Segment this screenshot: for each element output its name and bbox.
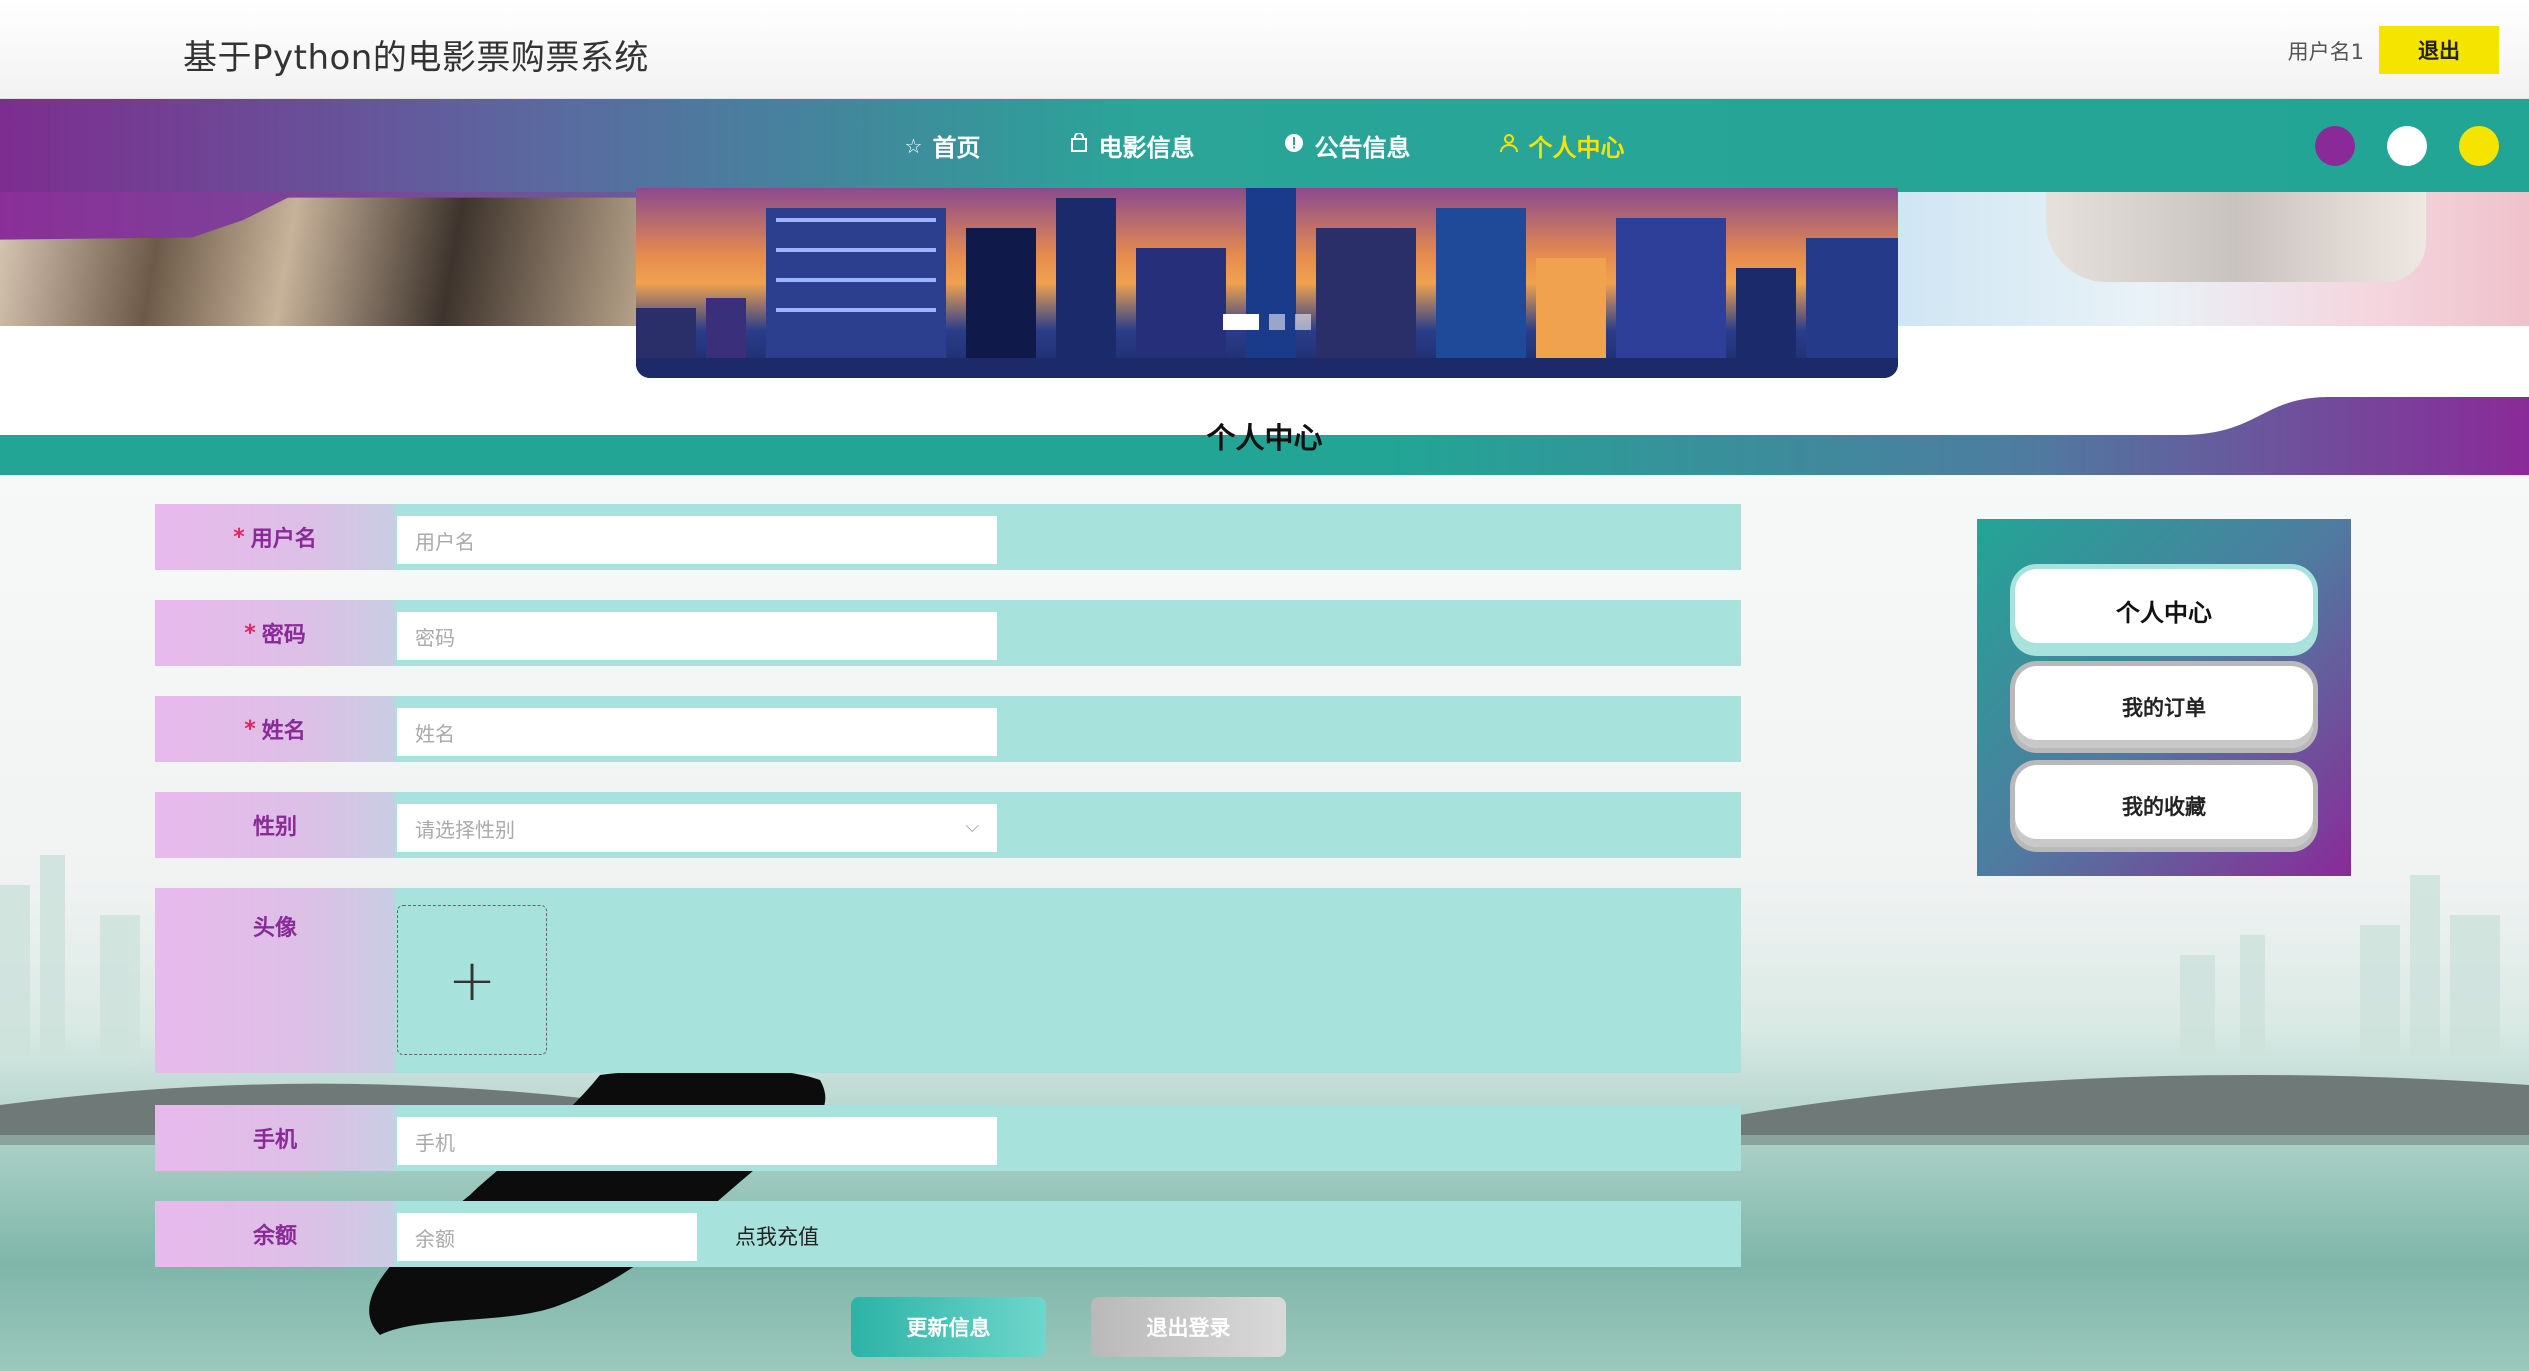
- name-label: * 姓名: [155, 696, 395, 762]
- banner-carousel: [0, 188, 2529, 378]
- bag-icon: [1070, 132, 1088, 158]
- password-input[interactable]: 密码: [397, 612, 997, 660]
- recharge-link[interactable]: 点我充值: [735, 1221, 819, 1251]
- form-row-avatar: 头像 +: [155, 888, 1741, 1073]
- logout-button[interactable]: 退出登录: [1091, 1297, 1286, 1357]
- plus-icon: +: [447, 946, 497, 1014]
- carousel-dot[interactable]: [1223, 314, 1259, 330]
- carousel-indicators: [636, 314, 1898, 330]
- username-input[interactable]: 用户名: [397, 516, 997, 564]
- nav-item-movies[interactable]: 电影信息: [1070, 128, 1194, 163]
- gender-select-value: 请选择性别: [415, 817, 515, 842]
- theme-white-button[interactable]: [2387, 126, 2427, 166]
- nav-item-profile[interactable]: 个人中心: [1500, 128, 1624, 163]
- username-label: * 用户名: [155, 504, 395, 570]
- carousel-dot[interactable]: [1295, 314, 1311, 330]
- banner-slide-current[interactable]: [636, 188, 1898, 378]
- theme-yellow-button[interactable]: [2459, 126, 2499, 166]
- banner-slide-next[interactable]: [1896, 192, 2529, 326]
- side-menu-orders[interactable]: 我的订单: [2015, 666, 2313, 748]
- nav-item-label: 公告信息: [1314, 134, 1411, 162]
- city-skyline-image: [636, 188, 1898, 378]
- name-input[interactable]: 姓名: [397, 708, 997, 756]
- nav-bar: ☆ 首页 电影信息 公告信息 个人中心: [0, 99, 2529, 192]
- form-row-phone: 手机 手机: [155, 1105, 1741, 1171]
- gender-label: 性别: [155, 792, 395, 858]
- form-row-balance: 余额 余额 点我充值: [155, 1201, 1741, 1267]
- banner-slide-prev[interactable]: [0, 192, 640, 326]
- theme-purple-button[interactable]: [2315, 126, 2355, 166]
- nav-item-label: 个人中心: [1528, 134, 1625, 162]
- balance-label: 余额: [155, 1201, 395, 1267]
- update-info-button[interactable]: 更新信息: [851, 1297, 1046, 1357]
- avatar-label: 头像: [155, 888, 395, 1073]
- nav-item-home[interactable]: ☆ 首页: [905, 128, 981, 163]
- phone-label: 手机: [155, 1105, 395, 1171]
- password-label: * 密码: [155, 600, 395, 666]
- star-icon: ☆: [904, 133, 923, 158]
- carousel-dot[interactable]: [1269, 314, 1285, 330]
- nav-item-notices[interactable]: 公告信息: [1284, 128, 1410, 163]
- nav-item-label: 电影信息: [1098, 134, 1195, 162]
- top-logout-button[interactable]: 退出: [2379, 26, 2499, 74]
- theme-switcher: [2315, 126, 2499, 166]
- top-header: 基于Python的电影票购票系统 用户名1 退出: [0, 0, 2529, 99]
- nav-item-label: 首页: [932, 134, 981, 162]
- user-icon: [1500, 133, 1519, 158]
- side-menu: 个人中心 我的订单 我的收藏: [1977, 519, 2351, 876]
- form-row-username: * 用户名 用户名: [155, 504, 1741, 570]
- gender-select[interactable]: 请选择性别 ⌵: [397, 804, 997, 852]
- avatar-upload-button[interactable]: +: [397, 905, 547, 1055]
- side-menu-favorites[interactable]: 我的收藏: [2015, 765, 2313, 847]
- form-row-name: * 姓名 姓名: [155, 696, 1741, 762]
- alert-icon: [1284, 133, 1304, 158]
- phone-input[interactable]: 手机: [397, 1117, 997, 1165]
- site-title: 基于Python的电影票购票系统: [183, 38, 649, 78]
- section-title: 个人中心: [1206, 421, 1323, 455]
- username-label[interactable]: 用户名1: [2288, 36, 2364, 66]
- side-menu-profile[interactable]: 个人中心: [2015, 569, 2313, 651]
- form-row-password: * 密码 密码: [155, 600, 1741, 666]
- chevron-down-icon: ⌵: [965, 816, 979, 837]
- form-row-gender: 性别 请选择性别 ⌵: [155, 792, 1741, 858]
- balance-input[interactable]: 余额: [397, 1213, 697, 1261]
